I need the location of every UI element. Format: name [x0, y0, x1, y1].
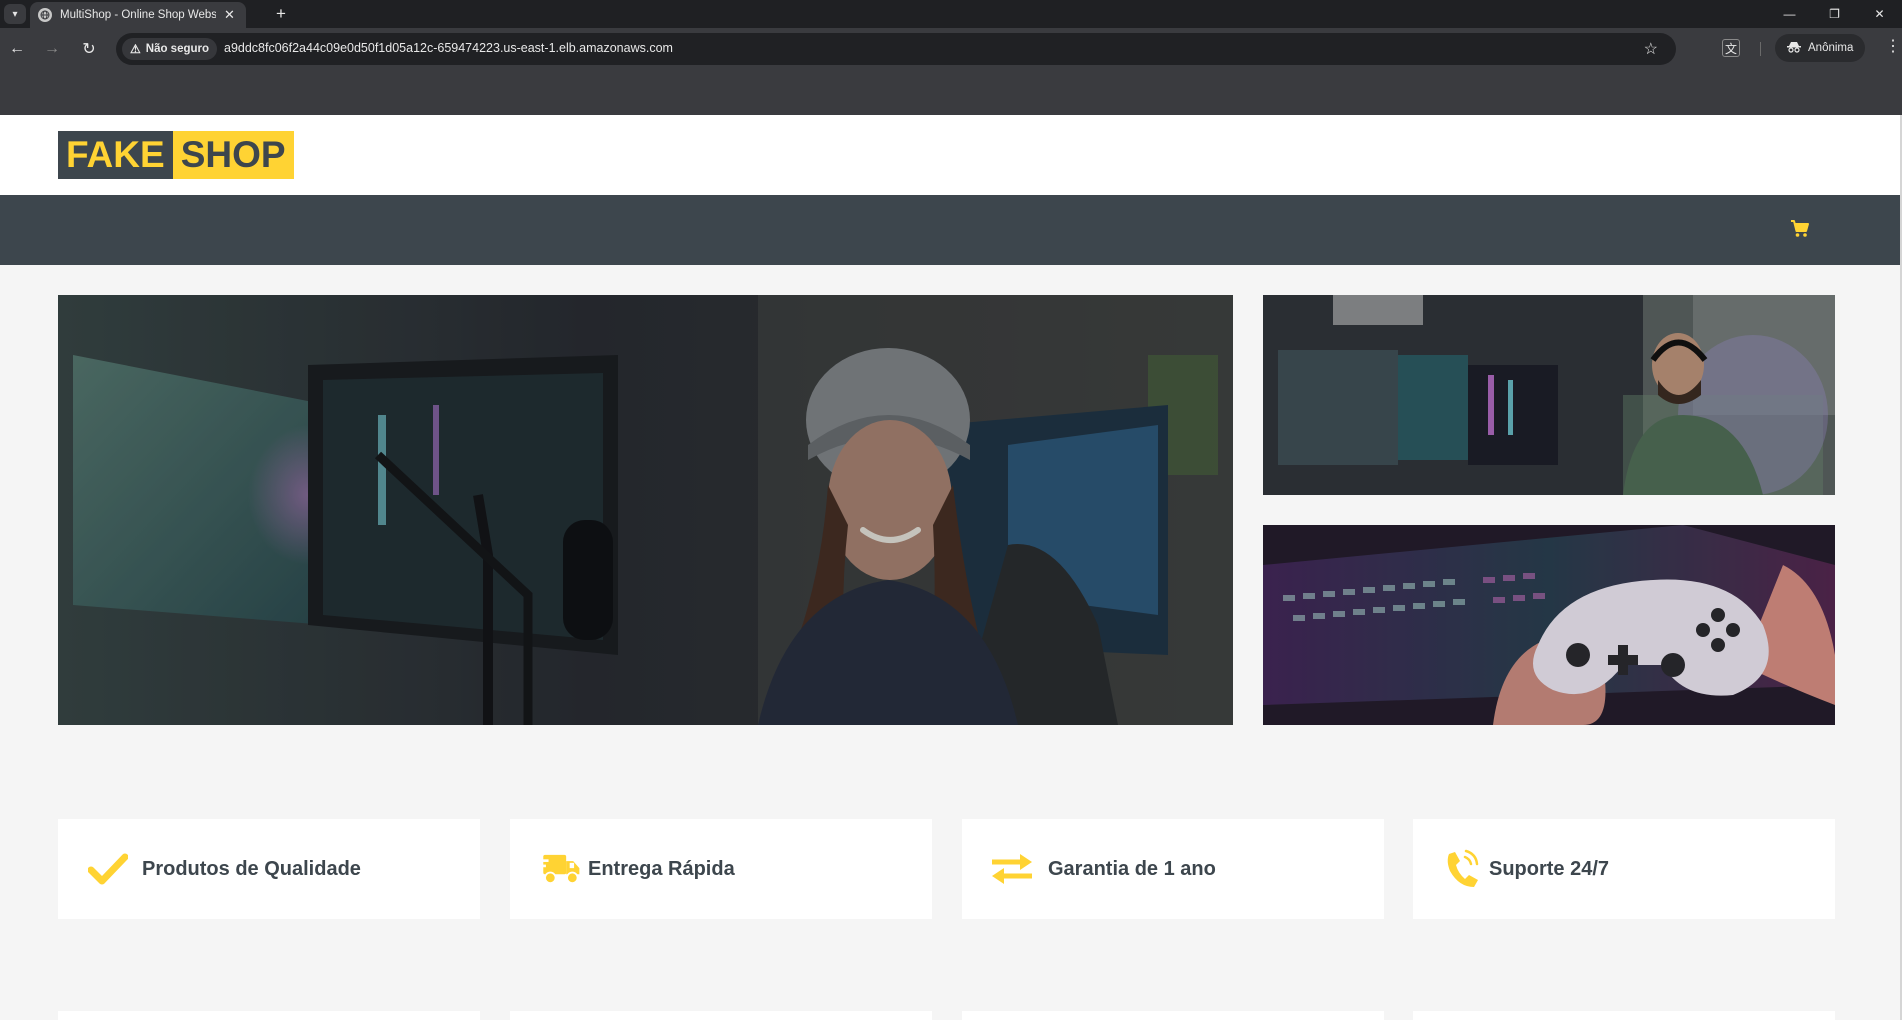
toolbar-divider: [1760, 42, 1761, 56]
promo-image-gamer-streaming: [1263, 295, 1835, 495]
address-bar[interactable]: ⚠ Não seguro a9ddc8fc06f2a44c09e0d50f1d0…: [116, 33, 1676, 65]
new-tab-button[interactable]: +: [276, 4, 286, 24]
warning-triangle-icon: ⚠: [130, 42, 141, 56]
url-text[interactable]: a9ddc8fc06f2a44c09e0d50f1d05a12c-6594742…: [224, 41, 673, 55]
restore-button[interactable]: ❐: [1812, 0, 1857, 28]
feature-box-partial: [510, 1011, 932, 1020]
carousel-slide-image: [58, 295, 1233, 725]
feature-delivery: Entrega Rápida: [510, 819, 932, 919]
reload-icon[interactable]: ↻: [78, 38, 100, 60]
browser-tab-bar: ▾ MultiShop - Online Shop Website ✕ + — …: [0, 0, 1902, 28]
feature-box-partial: [962, 1011, 1384, 1020]
exchange-arrows-icon: [990, 847, 1034, 891]
feature-box-partial: [58, 1011, 480, 1020]
logo-part-fake: FAKE: [58, 131, 173, 179]
feature-warranty: Garantia de 1 ano: [962, 819, 1384, 919]
feature-label: Produtos de Qualidade: [142, 857, 361, 880]
back-arrow-icon[interactable]: ←: [6, 38, 28, 60]
browser-toolbar: ← → ↻ ⚠ Não seguro a9ddc8fc06f2a44c09e0d…: [0, 28, 1902, 70]
promo-image-controller-keyboard: [1263, 525, 1835, 725]
site-header: FAKE SHOP: [0, 115, 1900, 195]
site-logo[interactable]: FAKE SHOP: [58, 131, 294, 179]
close-window-button[interactable]: ✕: [1857, 0, 1902, 28]
security-label: Não seguro: [145, 43, 210, 55]
phone-volume-icon: [1441, 847, 1485, 891]
shipping-fast-icon: [538, 847, 582, 891]
page-viewport: FAKE SHOP Produtos de Qualidade Entrega …: [0, 115, 1900, 1020]
tab-close-icon[interactable]: ✕: [224, 7, 235, 23]
main-navbar: [0, 195, 1900, 265]
incognito-chip[interactable]: Anônima: [1775, 34, 1866, 62]
forward-arrow-icon[interactable]: →: [41, 38, 63, 60]
feature-box-partial: [1413, 1011, 1835, 1020]
tab-title: MultiShop - Online Shop Website: [60, 9, 216, 21]
feature-label: Garantia de 1 ano: [1048, 857, 1216, 880]
security-chip[interactable]: ⚠ Não seguro: [122, 38, 218, 60]
promo-banner-2[interactable]: [1263, 525, 1835, 725]
feature-quality: Produtos de Qualidade: [58, 819, 480, 919]
feature-support: Suporte 24/7: [1413, 819, 1835, 919]
feature-label: Suporte 24/7: [1489, 857, 1610, 880]
incognito-label: Anônima: [1808, 42, 1854, 54]
promo-banner-1[interactable]: [1263, 295, 1835, 495]
tab-search-chevron-icon[interactable]: ▾: [4, 4, 26, 24]
globe-icon: [38, 8, 52, 22]
check-icon: [86, 847, 130, 891]
hero-carousel[interactable]: [58, 295, 1233, 725]
bookmark-star-icon[interactable]: ☆: [1644, 39, 1658, 59]
logo-part-shop: SHOP: [172, 131, 294, 179]
browser-info-bar: [0, 70, 1902, 115]
browser-tab[interactable]: MultiShop - Online Shop Website ✕: [30, 2, 246, 28]
incognito-icon: [1787, 41, 1801, 56]
shopping-cart-icon[interactable]: [1790, 219, 1810, 239]
feature-label: Entrega Rápida: [588, 857, 735, 880]
window-controls: — ❐ ✕: [1767, 0, 1902, 28]
minimize-button[interactable]: —: [1767, 0, 1812, 28]
browser-menu-kebab-icon[interactable]: ⋮: [1885, 39, 1901, 55]
translate-icon[interactable]: 文: [1722, 39, 1740, 57]
